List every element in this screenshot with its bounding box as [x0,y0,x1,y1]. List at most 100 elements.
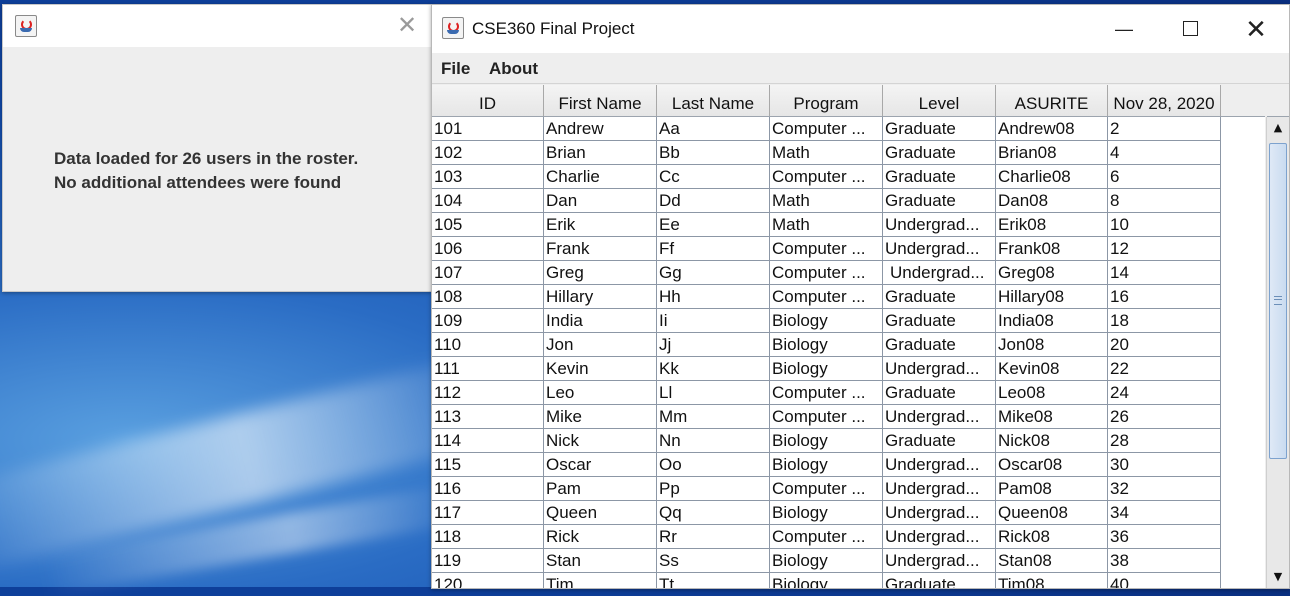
table-cell[interactable]: 30 [1108,453,1221,477]
scroll-up-button[interactable]: ▲ [1267,117,1289,139]
table-row[interactable]: 101 Andrew Aa Computer ... Graduate Andrew08 2 [432,117,1265,141]
table-cell[interactable]: Nn [657,429,770,453]
table-cell[interactable]: 4 [1108,141,1221,165]
table-cell[interactable]: 34 [1108,501,1221,525]
table-cell[interactable]: Computer ... [770,285,883,309]
table-cell[interactable]: Dan [544,189,657,213]
table-cell[interactable]: Biology [770,333,883,357]
table-cell[interactable]: 119 [432,549,544,573]
table-row[interactable]: 106 Frank Ff Computer ... Undergrad... Frank0… [432,237,1265,261]
table-cell[interactable]: 107 [432,261,544,285]
vertical-scrollbar[interactable]: ▲ ▼ [1266,117,1289,588]
table-cell[interactable]: 26 [1108,405,1221,429]
table-cell[interactable]: Graduate [883,333,996,357]
table-cell[interactable]: Biology [770,501,883,525]
table-cell[interactable]: 12 [1108,237,1221,261]
table-cell[interactable]: Cc [657,165,770,189]
table-cell[interactable]: Hillary08 [996,285,1108,309]
table-cell[interactable]: 110 [432,333,544,357]
table-cell[interactable]: Andrew [544,117,657,141]
table-cell[interactable]: Biology [770,573,883,588]
table-cell[interactable]: Jj [657,333,770,357]
table-cell[interactable]: 28 [1108,429,1221,453]
table-cell[interactable]: Aa [657,117,770,141]
table-cell[interactable]: Computer ... [770,525,883,549]
table-cell[interactable]: Frank [544,237,657,261]
table-cell[interactable]: Graduate [883,141,996,165]
table-cell[interactable]: 8 [1108,189,1221,213]
table-row[interactable]: 102 Brian Bb Math Graduate Brian08 4 [432,141,1265,165]
table-cell[interactable]: 112 [432,381,544,405]
table-cell[interactable]: Tim [544,573,657,588]
table-cell[interactable]: Computer ... [770,117,883,141]
table-cell[interactable]: India [544,309,657,333]
table-cell[interactable]: Andrew08 [996,117,1108,141]
table-row[interactable]: 109 India Ii Biology Graduate India08 18 [432,309,1265,333]
table-cell[interactable]: 20 [1108,333,1221,357]
table-cell[interactable]: Computer ... [770,381,883,405]
table-cell[interactable]: Leo08 [996,381,1108,405]
table-cell[interactable]: Biology [770,549,883,573]
table-row[interactable]: 120 Tim Tt Biology Graduate Tim08 40 [432,573,1265,588]
table-cell[interactable]: Dan08 [996,189,1108,213]
table-cell[interactable]: Biology [770,453,883,477]
table-cell[interactable]: Qq [657,501,770,525]
dialog-close-button[interactable]: ✕ [393,11,421,39]
table-cell[interactable]: Undergrad... [883,357,996,381]
table-cell[interactable]: 117 [432,501,544,525]
minimize-button[interactable]: — [1091,5,1157,53]
table-cell[interactable]: Ss [657,549,770,573]
table-cell[interactable]: Biology [770,309,883,333]
table-cell[interactable]: Biology [770,357,883,381]
table-cell[interactable]: 109 [432,309,544,333]
table-cell[interactable]: Mm [657,405,770,429]
table-cell[interactable]: Kevin [544,357,657,381]
table-cell[interactable]: 14 [1108,261,1221,285]
table-cell[interactable]: Undergrad... [883,237,996,261]
table-cell[interactable]: 16 [1108,285,1221,309]
table-cell[interactable]: 108 [432,285,544,309]
table-cell[interactable]: 22 [1108,357,1221,381]
dialog-titlebar[interactable]: ✕ [3,5,431,47]
table-cell[interactable]: Frank08 [996,237,1108,261]
table-cell[interactable]: Rick08 [996,525,1108,549]
table-cell[interactable]: Computer ... [770,477,883,501]
table-cell[interactable]: Ll [657,381,770,405]
table-row[interactable]: 118 Rick Rr Computer ... Undergrad... Rick08 3… [432,525,1265,549]
table-row[interactable]: 114 Nick Nn Biology Graduate Nick08 28 [432,429,1265,453]
table-cell[interactable]: Biology [770,429,883,453]
table-cell[interactable]: 6 [1108,165,1221,189]
table-cell[interactable]: Erik08 [996,213,1108,237]
table-cell[interactable]: Math [770,213,883,237]
table-cell[interactable]: Graduate [883,189,996,213]
table-cell[interactable]: Gg [657,261,770,285]
table-cell[interactable]: Ee [657,213,770,237]
table-row[interactable]: 105 Erik Ee Math Undergrad... Erik08 10 [432,213,1265,237]
table-row[interactable]: 112 Leo Ll Computer ... Graduate Leo08 24 [432,381,1265,405]
table-cell[interactable]: 18 [1108,309,1221,333]
table-cell[interactable]: Ff [657,237,770,261]
table-cell[interactable]: Kk [657,357,770,381]
table-row[interactable]: 104 Dan Dd Math Graduate Dan08 8 [432,189,1265,213]
table-cell[interactable]: 2 [1108,117,1221,141]
table-cell[interactable]: Hh [657,285,770,309]
table-cell[interactable]: Graduate [883,309,996,333]
table-cell[interactable]: Hillary [544,285,657,309]
table-row[interactable]: 110 Jon Jj Biology Graduate Jon08 20 [432,333,1265,357]
table-cell[interactable]: 105 [432,213,544,237]
table-cell[interactable]: Undergrad... [883,549,996,573]
table-cell[interactable]: Stan08 [996,549,1108,573]
table-cell[interactable]: 114 [432,429,544,453]
column-header[interactable]: Program [770,85,883,116]
table-cell[interactable]: Queen [544,501,657,525]
maximize-button[interactable] [1157,5,1223,53]
table-cell[interactable]: Undergrad... [883,213,996,237]
table-cell[interactable]: Graduate [883,165,996,189]
table-cell[interactable]: Dd [657,189,770,213]
table-row[interactable]: 119 Stan Ss Biology Undergrad... Stan08 38 [432,549,1265,573]
menu-about[interactable]: About [489,59,538,79]
table-cell[interactable]: 101 [432,117,544,141]
table-row[interactable]: 116 Pam Pp Computer ... Undergrad... Pam08 32 [432,477,1265,501]
table-cell[interactable]: Computer ... [770,261,883,285]
table-cell[interactable]: Brian08 [996,141,1108,165]
